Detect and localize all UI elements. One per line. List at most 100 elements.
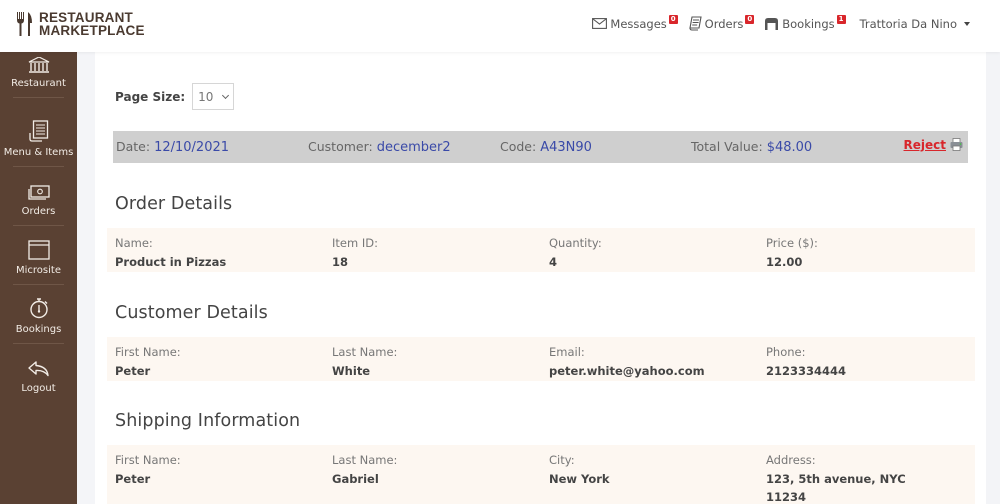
fork-knife-icon <box>17 12 32 36</box>
sidebar-label-logout: Logout <box>21 383 56 394</box>
bookings-badge: 1 <box>836 15 846 24</box>
customer-field-phone: Phone: 2123334444 <box>766 345 846 380</box>
reply-arrow-icon <box>27 361 49 377</box>
page-size-value: 10 <box>198 89 214 104</box>
stopwatch-icon <box>29 298 48 319</box>
sidebar-label-microsite: Microsite <box>16 265 61 276</box>
field-label: Phone: <box>766 345 806 359</box>
user-menu-dropdown[interactable]: Trattoria Da Nino <box>860 17 970 31</box>
field-value: Product in Pizzas <box>115 255 227 269</box>
top-header: RESTAURANT MARKETPLACE Messages 0 Orders… <box>0 0 1000 52</box>
order-total-label: Total Value: <box>691 139 763 154</box>
customer-field-first-name: First Name: Peter <box>115 345 181 380</box>
field-label: City: <box>549 453 575 467</box>
field-value: Peter <box>115 472 151 486</box>
page-size-select[interactable]: 10 <box>192 83 235 110</box>
nav-bookings-label: Bookings <box>782 16 835 31</box>
field-label: Price ($): <box>766 236 818 250</box>
field-value: Peter <box>115 364 151 378</box>
sidebar-item-orders[interactable]: Orders <box>0 167 77 226</box>
customer-details-panel: First Name: Peter Last Name: White Email… <box>107 337 975 381</box>
order-details-panel: Name: Product in Pizzas Item ID: 18 Quan… <box>107 228 975 272</box>
field-value: 123, 5th avenue, NYC <box>766 472 906 486</box>
order-code-value: A43N90 <box>540 140 592 155</box>
field-label: First Name: <box>115 453 181 467</box>
order-detail-card: Page Size: 10 Date: 12/10/2021 Customer:… <box>95 52 986 504</box>
sidebar-item-microsite[interactable]: Microsite <box>0 226 77 285</box>
field-label: Address: <box>766 453 816 467</box>
order-field-name: Name: Product in Pizzas <box>115 236 226 271</box>
field-label: Email: <box>549 345 585 359</box>
field-value: White <box>332 364 371 378</box>
table-icon <box>765 18 779 30</box>
customer-details-heading: Customer Details <box>115 303 268 323</box>
order-total-value: $48.00 <box>766 140 813 155</box>
field-label: Last Name: <box>332 453 398 467</box>
field-label: Name: <box>115 236 153 250</box>
field-value: 2123334444 <box>766 364 847 378</box>
order-code-label: Code: <box>500 139 537 154</box>
sidebar: Restaurant Menu & Items Orders Microsite… <box>0 52 77 504</box>
chevron-down-icon <box>222 91 230 99</box>
field-label: Quantity: <box>549 236 602 250</box>
cash-icon <box>27 185 50 200</box>
field-value: Gabriel <box>332 472 379 486</box>
messages-badge: 0 <box>668 15 678 24</box>
order-customer-value: december2 <box>376 140 451 155</box>
user-name: Trattoria Da Nino <box>859 16 957 31</box>
logo-line-2: MARKETPLACE <box>39 23 145 38</box>
browser-window-icon <box>27 240 50 260</box>
nav-bookings[interactable]: Bookings 1 <box>764 15 846 31</box>
order-date-label: Date: <box>116 139 151 154</box>
customer-field-email: Email: peter.white@yahoo.com <box>549 345 705 380</box>
field-value: 4 <box>549 255 558 269</box>
shipping-field-last-name: Last Name: Gabriel <box>332 453 397 488</box>
order-customer-label: Customer: <box>308 139 373 154</box>
order-summary-bar: Date: 12/10/2021 Customer: december2 Cod… <box>113 131 968 163</box>
shipping-information-heading: Shipping Information <box>115 411 301 431</box>
field-value: 18 <box>332 255 349 269</box>
shipping-field-city: City: New York <box>549 453 610 488</box>
nav-orders-label: Orders <box>704 16 744 31</box>
building-icon <box>28 57 49 73</box>
order-code: Code: A43N90 <box>500 139 592 155</box>
customer-field-last-name: Last Name: White <box>332 345 397 380</box>
field-value-line-2: 11234 <box>766 490 807 504</box>
page-scroll-gutter <box>986 52 1000 504</box>
field-label: Last Name: <box>332 345 398 359</box>
field-label: Item ID: <box>332 236 378 250</box>
field-value: 12.00 <box>766 255 803 269</box>
sidebar-item-bookings[interactable]: Bookings <box>0 285 77 344</box>
receipt-icon <box>689 16 702 31</box>
nav-messages[interactable]: Messages 0 <box>592 15 678 31</box>
menu-icon <box>28 120 48 142</box>
page-size-label: Page Size: <box>115 89 186 104</box>
sidebar-label-orders: Orders <box>21 206 56 217</box>
caret-down-icon <box>964 21 970 26</box>
shipping-information-panel: First Name: Peter Last Name: Gabriel Cit… <box>107 445 975 504</box>
field-value: New York <box>549 472 610 486</box>
order-date: Date: 12/10/2021 <box>116 139 229 155</box>
print-icon[interactable] <box>950 138 963 151</box>
reject-link[interactable]: Reject <box>904 138 946 152</box>
order-customer: Customer: december2 <box>308 139 451 155</box>
order-field-item-id: Item ID: 18 <box>332 236 378 271</box>
order-date-value: 12/10/2021 <box>154 140 230 155</box>
order-field-quantity: Quantity: 4 <box>549 236 602 271</box>
order-field-price: Price ($): 12.00 <box>766 236 818 271</box>
nav-orders[interactable]: Orders 0 <box>688 15 755 31</box>
sidebar-label-restaurant: Restaurant <box>11 78 66 89</box>
envelope-icon <box>592 18 608 29</box>
sidebar-item-menu-items[interactable]: Menu & Items <box>0 98 77 167</box>
field-label: First Name: <box>115 345 181 359</box>
order-details-heading: Order Details <box>115 194 233 214</box>
sidebar-item-logout[interactable]: Logout <box>0 344 77 403</box>
sidebar-label-menu-items: Menu & Items <box>3 147 74 158</box>
shipping-field-address: Address: 123, 5th avenue, NYC 11234 <box>766 453 906 504</box>
sidebar-item-restaurant[interactable]: Restaurant <box>0 52 77 98</box>
logo[interactable]: RESTAURANT MARKETPLACE <box>16 11 145 37</box>
field-value: peter.white@yahoo.com <box>549 364 705 378</box>
shipping-field-first-name: First Name: Peter <box>115 453 181 488</box>
order-total: Total Value: $48.00 <box>691 139 812 155</box>
nav-messages-label: Messages <box>610 16 667 31</box>
